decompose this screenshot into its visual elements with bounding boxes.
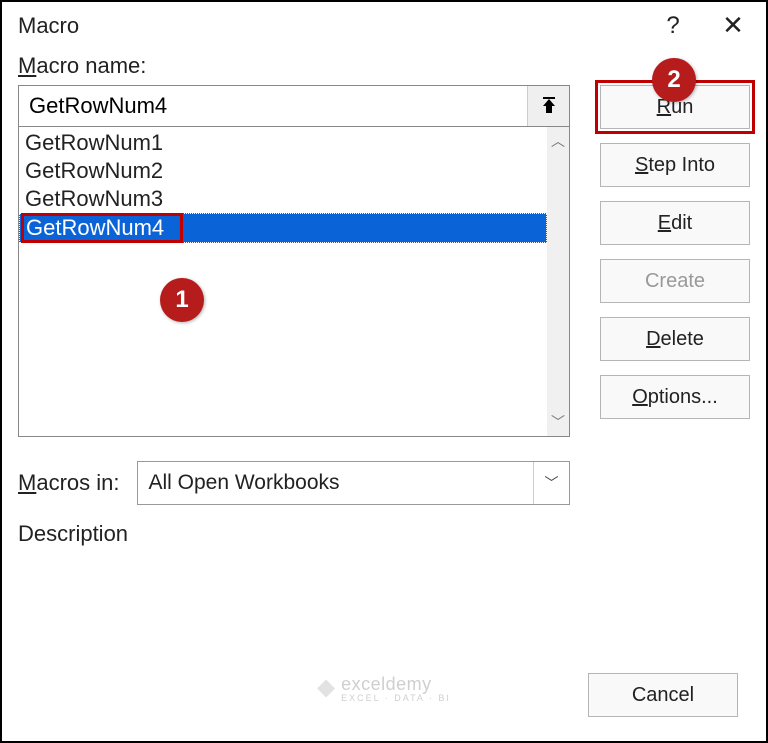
- step-into-button[interactable]: Step Into: [600, 143, 750, 187]
- annotation-callout-2: 2: [652, 58, 696, 102]
- close-button[interactable]: ✕: [708, 10, 758, 41]
- macros-in-label: Macros in:: [18, 470, 119, 496]
- scroll-up-icon[interactable]: ︿: [551, 131, 565, 151]
- macros-in-combo[interactable]: All Open Workbooks ﹀: [137, 461, 570, 505]
- description-label: Description: [18, 521, 570, 547]
- edit-button[interactable]: Edit: [600, 201, 750, 245]
- list-item[interactable]: GetRowNum3: [19, 185, 547, 213]
- macros-in-value: All Open Workbooks: [138, 471, 533, 495]
- titlebar: Macro ? ✕: [2, 2, 766, 45]
- assign-macro-icon[interactable]: [527, 86, 569, 126]
- scroll-down-icon[interactable]: ﹀: [551, 412, 565, 432]
- options-button[interactable]: Options...: [600, 375, 750, 419]
- macro-name-label: Macro name:: [18, 53, 570, 79]
- cancel-button[interactable]: Cancel: [588, 673, 738, 717]
- delete-button[interactable]: Delete: [600, 317, 750, 361]
- dialog-title: Macro: [18, 13, 79, 39]
- watermark-text: exceldemy: [341, 674, 432, 694]
- macro-dialog: Macro ? ✕ Macro name: GetRowNum1: [2, 2, 766, 741]
- list-item[interactable]: GetRowNum1: [19, 129, 547, 157]
- list-item[interactable]: GetRowNum2: [19, 157, 547, 185]
- macro-name-row: [18, 85, 570, 127]
- watermark: exceldemy EXCEL · DATA · BI: [317, 674, 451, 703]
- scrollbar[interactable]: ︿ ﹀: [547, 127, 569, 436]
- create-button: Create: [600, 259, 750, 303]
- chevron-down-icon[interactable]: ﹀: [533, 462, 569, 504]
- annotation-callout-1: 1: [160, 278, 204, 322]
- macro-list: GetRowNum1 GetRowNum2 GetRowNum3 GetRowN…: [18, 127, 570, 437]
- watermark-subtext: EXCEL · DATA · BI: [341, 693, 451, 703]
- watermark-icon: [317, 680, 335, 698]
- list-item-selected[interactable]: GetRowNum4: [19, 213, 547, 243]
- help-button[interactable]: ?: [648, 12, 698, 40]
- macro-name-input[interactable]: [19, 86, 527, 126]
